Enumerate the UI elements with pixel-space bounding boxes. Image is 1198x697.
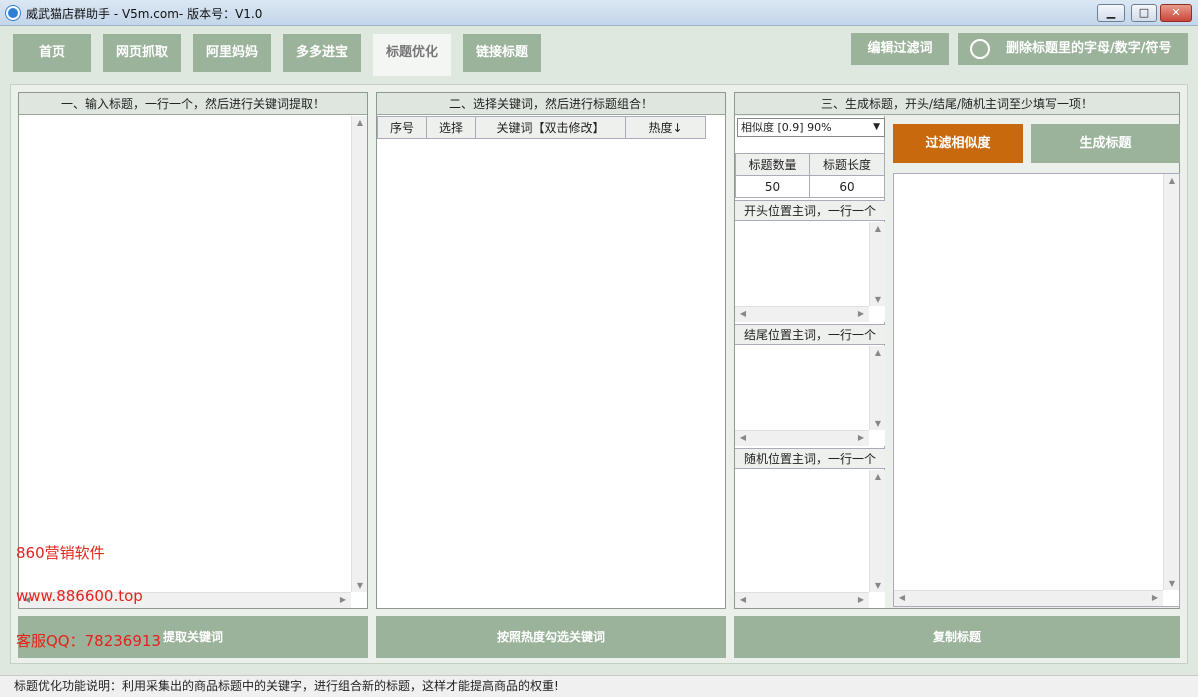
scroll-down-icon[interactable]: ▼ — [870, 419, 886, 428]
scroll-right-icon[interactable]: ▶ — [853, 595, 869, 604]
horizontal-scrollbar[interactable]: ◀ ▶ — [894, 590, 1163, 606]
vertical-scrollbar[interactable]: ▲ ▼ — [869, 470, 885, 592]
scroll-down-icon[interactable]: ▼ — [352, 581, 368, 590]
generate-controls: 相似度 [0.9] 90% ▼ 标题数量 标题长度 50 60 开头位置主词，一… — [735, 116, 885, 608]
keyword-table-body[interactable] — [377, 140, 725, 608]
radio-icon[interactable] — [970, 39, 990, 59]
tab-alimama[interactable]: 阿里妈妈 — [193, 34, 271, 72]
scroll-right-icon[interactable]: ▶ — [853, 433, 869, 442]
status-text: 标题优化功能说明：利用采集出的商品标题中的关键字，进行组合新的标题，这样才能提高… — [14, 679, 559, 693]
close-button[interactable]: ✕ — [1160, 4, 1192, 22]
col-select[interactable]: 选择 — [426, 116, 476, 139]
col-keyword[interactable]: 关键词【双击修改】 — [475, 116, 626, 139]
tab-link-title[interactable]: 链接标题 — [463, 34, 541, 72]
random-words-label: 随机位置主词，一行一个 — [735, 448, 885, 469]
generate-titles-button[interactable]: 生成标题 — [1031, 124, 1180, 163]
scroll-down-icon[interactable]: ▼ — [870, 581, 886, 590]
scroll-up-icon[interactable]: ▲ — [870, 472, 886, 481]
similarity-select[interactable]: 相似度 [0.9] 90% ▼ — [737, 118, 885, 137]
horizontal-scrollbar[interactable]: ◀ ▶ — [735, 592, 869, 608]
tab-bar: 首页 网页抓取 阿里妈妈 多多进宝 标题优化 链接标题 编辑过滤词 删除标题里的… — [0, 26, 1198, 76]
title-bar: 威武猫店群助手 - V5m.com- 版本号：V1.0 ▁ □ ✕ — [0, 0, 1198, 26]
end-words-label: 结尾位置主词，一行一个 — [735, 324, 885, 345]
generate-panel-header: 三、生成标题，开头/结尾/随机主词至少填写一项！ — [735, 93, 1179, 115]
filter-similarity-button[interactable]: 过滤相似度 — [893, 124, 1023, 163]
minimize-button[interactable]: ▁ — [1097, 4, 1125, 22]
end-words-textarea[interactable]: ▲ ▼ ◀ ▶ — [735, 346, 885, 446]
vertical-scrollbar[interactable]: ▲ ▼ — [869, 222, 885, 306]
start-words-label: 开头位置主词，一行一个 — [735, 200, 885, 221]
title-count-input[interactable]: 50 — [735, 175, 810, 198]
watermark-line-1: 860营销软件 — [16, 544, 105, 562]
scroll-right-icon[interactable]: ▶ — [853, 309, 869, 318]
remove-chars-toggle[interactable]: 删除标题里的字母/数字/符号 — [958, 33, 1188, 65]
horizontal-scrollbar[interactable]: ◀ ▶ — [735, 430, 869, 446]
title-length-label: 标题长度 — [809, 153, 885, 176]
scroll-up-icon[interactable]: ▲ — [870, 224, 886, 233]
title-length-input[interactable]: 60 — [809, 175, 885, 198]
app-icon — [6, 6, 20, 20]
title-count-label: 标题数量 — [735, 153, 810, 176]
window-title: 威武猫店群助手 - V5m.com- 版本号：V1.0 — [26, 7, 263, 21]
start-words-textarea[interactable]: ▲ ▼ ◀ ▶ — [735, 222, 885, 322]
scroll-right-icon[interactable]: ▶ — [335, 595, 351, 604]
input-titles-textarea[interactable] — [19, 116, 351, 592]
tab-home[interactable]: 首页 — [13, 34, 91, 72]
scroll-up-icon[interactable]: ▲ — [352, 118, 368, 127]
vertical-scrollbar[interactable]: ▲ ▼ — [351, 116, 367, 592]
col-heat[interactable]: 热度↓ — [625, 116, 706, 139]
tab-web-scrape[interactable]: 网页抓取 — [103, 34, 181, 72]
edit-filter-words-button[interactable]: 编辑过滤词 — [851, 33, 949, 65]
watermark-line-2: www.886600.top — [16, 587, 143, 605]
copy-titles-button[interactable]: 复制标题 — [734, 616, 1180, 658]
scroll-left-icon[interactable]: ◀ — [735, 433, 751, 442]
keyword-panel-header: 二、选择关键词，然后进行标题组合！ — [377, 93, 725, 115]
input-titles-panel: 一、输入标题，一行一个，然后进行关键词提取！ ▲ ▼ ◀ ▶ — [18, 92, 368, 609]
select-by-heat-button[interactable]: 按照热度勾选关键词 — [376, 616, 726, 658]
scroll-left-icon[interactable]: ◀ — [894, 593, 910, 602]
tab-title-optimize[interactable]: 标题优化 — [373, 34, 451, 76]
random-words-textarea[interactable]: ▲ ▼ ◀ ▶ — [735, 470, 885, 608]
input-titles-header: 一、输入标题，一行一个，然后进行关键词提取！ — [19, 93, 367, 115]
similarity-value: 相似度 [0.9] 90% — [741, 121, 832, 134]
generated-titles-textarea[interactable]: ▲ ▼ ◀ ▶ — [893, 173, 1180, 607]
scroll-right-icon[interactable]: ▶ — [1147, 593, 1163, 602]
chevron-down-icon[interactable]: ▼ — [873, 119, 880, 136]
tab-duoduo[interactable]: 多多进宝 — [283, 34, 361, 72]
status-bar: 标题优化功能说明：利用采集出的商品标题中的关键字，进行组合新的标题，这样才能提高… — [0, 675, 1198, 697]
remove-chars-label: 删除标题里的字母/数字/符号 — [1006, 41, 1172, 56]
scroll-down-icon[interactable]: ▼ — [1164, 579, 1180, 588]
keyword-panel: 二、选择关键词，然后进行标题组合！ 序号 选择 关键词【双击修改】 热度↓ — [376, 92, 726, 609]
scroll-down-icon[interactable]: ▼ — [870, 295, 886, 304]
maximize-button[interactable]: □ — [1131, 4, 1157, 22]
scroll-left-icon[interactable]: ◀ — [735, 595, 751, 604]
vertical-scrollbar[interactable]: ▲ ▼ — [1163, 174, 1179, 590]
scroll-up-icon[interactable]: ▲ — [1164, 176, 1180, 185]
scroll-up-icon[interactable]: ▲ — [870, 348, 886, 357]
scroll-left-icon[interactable]: ◀ — [735, 309, 751, 318]
keyword-table-header: 序号 选择 关键词【双击修改】 热度↓ — [377, 116, 707, 140]
generate-panel: 三、生成标题，开头/结尾/随机主词至少填写一项！ 相似度 [0.9] 90% ▼… — [734, 92, 1180, 609]
horizontal-scrollbar[interactable]: ◀ ▶ — [735, 306, 869, 322]
col-index[interactable]: 序号 — [377, 116, 427, 139]
vertical-scrollbar[interactable]: ▲ ▼ — [869, 346, 885, 430]
watermark-line-3: 客服QQ：78236913 — [16, 632, 161, 650]
